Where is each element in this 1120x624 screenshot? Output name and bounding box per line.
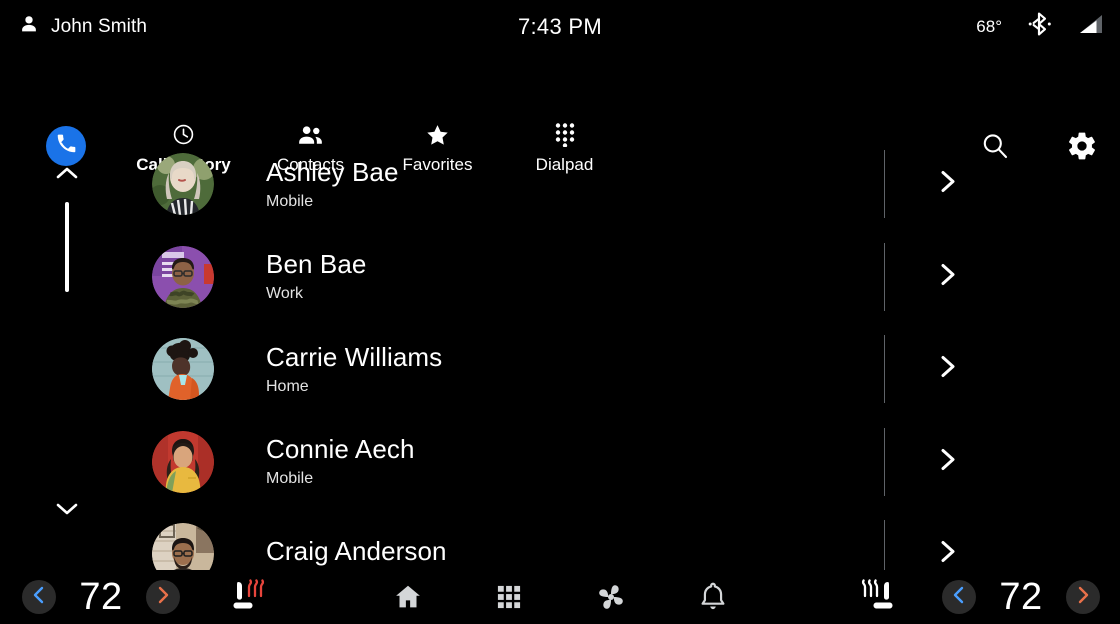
avatar bbox=[152, 338, 214, 401]
bottom-system-bar: 72 72 bbox=[0, 570, 1120, 624]
list-item-text: Connie Aech Mobile bbox=[266, 434, 415, 488]
bluetooth-icon bbox=[1028, 11, 1052, 42]
passenger-seat-heater-button[interactable] bbox=[856, 570, 898, 624]
status-indicators: 68° bbox=[976, 0, 1104, 53]
climate-fan-icon[interactable] bbox=[595, 581, 627, 613]
list-item[interactable]: Carrie Williams Home bbox=[0, 323, 1120, 416]
list-item[interactable]: Ben Bae Work bbox=[0, 231, 1120, 324]
avatar bbox=[152, 430, 214, 493]
clock: 7:43 PM bbox=[517, 13, 603, 39]
outside-temperature: 68° bbox=[976, 16, 1002, 36]
avatar bbox=[152, 245, 214, 308]
list-item[interactable]: Ashley Bae Mobile bbox=[0, 138, 1120, 231]
infotainment-screen: John Smith 7:43 PM 68° Call Contacts Fav… bbox=[0, 0, 1120, 624]
apps-grid-icon[interactable] bbox=[495, 583, 523, 611]
row-divider bbox=[884, 242, 885, 311]
chevron-down-icon bbox=[55, 501, 79, 522]
chevron-right-icon bbox=[1075, 586, 1091, 609]
scroll-up-button[interactable] bbox=[52, 160, 82, 190]
chevron-right-icon[interactable] bbox=[935, 354, 961, 385]
chevron-up-icon bbox=[55, 165, 79, 186]
list-item[interactable]: Craig Anderson bbox=[0, 508, 1120, 570]
passenger-temp-decrease-button[interactable] bbox=[942, 580, 976, 614]
passenger-temperature-control: 72 bbox=[942, 570, 1100, 624]
scrollbar-track[interactable] bbox=[65, 202, 69, 452]
contact-name: Craig Anderson bbox=[266, 535, 447, 566]
row-divider bbox=[884, 150, 885, 218]
heated-seat-icon bbox=[856, 578, 898, 617]
chevron-right-icon[interactable] bbox=[935, 539, 961, 570]
contact-name: Ashley Bae bbox=[266, 156, 399, 187]
list-item-text: Ben Bae Work bbox=[266, 249, 367, 303]
bell-icon[interactable] bbox=[699, 582, 727, 612]
chevron-right-icon[interactable] bbox=[935, 446, 961, 477]
passenger-temp-increase-button[interactable] bbox=[1066, 580, 1100, 614]
contact-name: Ben Bae bbox=[266, 249, 367, 280]
contact-name: Connie Aech bbox=[266, 434, 415, 465]
chevron-left-icon bbox=[951, 586, 967, 609]
list-item[interactable]: Connie Aech Mobile bbox=[0, 416, 1120, 509]
passenger-temp-value: 72 bbox=[999, 575, 1043, 618]
scroll-down-button[interactable] bbox=[52, 496, 82, 526]
home-icon[interactable] bbox=[393, 582, 423, 612]
avatar bbox=[152, 523, 214, 570]
row-divider bbox=[884, 427, 885, 496]
list-item-text: Ashley Bae Mobile bbox=[266, 156, 399, 211]
row-divider bbox=[884, 335, 885, 403]
contact-label: Work bbox=[266, 285, 304, 303]
list-item-text: Carrie Williams Home bbox=[266, 341, 443, 396]
avatar bbox=[152, 153, 214, 216]
scrollbar-thumb[interactable] bbox=[65, 202, 69, 292]
list-scrollbar[interactable] bbox=[52, 138, 82, 570]
chevron-right-icon[interactable] bbox=[935, 169, 961, 200]
chevron-right-icon[interactable] bbox=[935, 261, 961, 292]
phone-tab-bar: Call History Contacts bbox=[0, 53, 1120, 174]
list-item-text: Craig Anderson bbox=[266, 535, 447, 570]
contact-label: Mobile bbox=[266, 192, 314, 210]
row-divider bbox=[884, 520, 885, 570]
call-history-list[interactable]: Ashley Bae Mobile Ben Bae Work Carrie Wi… bbox=[0, 138, 1120, 570]
signal-bars-icon bbox=[1078, 13, 1104, 40]
contact-name: Carrie Williams bbox=[266, 341, 443, 372]
status-bar: John Smith 7:43 PM 68° bbox=[0, 0, 1120, 53]
contact-label: Mobile bbox=[266, 470, 314, 488]
contact-label: Home bbox=[266, 377, 309, 395]
